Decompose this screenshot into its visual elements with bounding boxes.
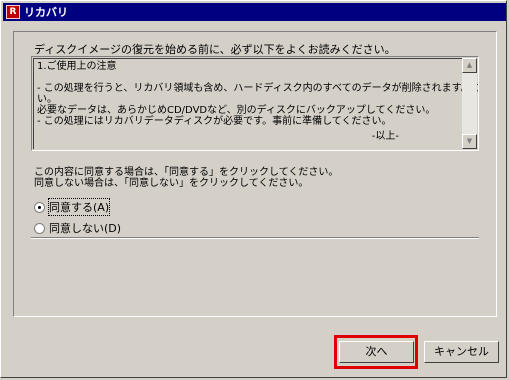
disagree-radio-option[interactable]: 同意しない(D)	[34, 220, 121, 236]
notes-textbox[interactable]: 1.ご使用上の注意 - この処理を行うと、リカバリ領域も含め、ハードディスク内の…	[31, 56, 479, 151]
consent-line-agree: この内容に同意する場合は、「同意する」をクリックしてください。	[34, 167, 339, 178]
cancel-button[interactable]: キャンセル	[424, 341, 499, 363]
note-line: - この処理を行うと、リカバリ領域も含め、ハードディスク内のすべてのデータが削除…	[37, 83, 478, 94]
next-button[interactable]: 次へ	[339, 341, 414, 363]
note-line	[37, 72, 459, 83]
recovery-app-icon: R	[6, 5, 20, 19]
window-title: リカバリ	[24, 6, 68, 19]
disagree-radio-label[interactable]: 同意しない(D)	[49, 220, 121, 236]
instruction-text: ディスクイメージの復元を始める前に、必ず以下をよくお読みください。	[34, 43, 396, 56]
notes-scrollbar[interactable]: ▲ ▼	[462, 58, 477, 149]
divider	[31, 237, 479, 239]
agree-radio-button[interactable]	[34, 201, 45, 213]
agree-radio-label[interactable]: 同意する(A)	[47, 198, 111, 216]
title-bar[interactable]: R リカバリ	[3, 3, 506, 21]
recovery-window: R リカバリ ディスクイメージの復元を始める前に、必ず以下をよくお読みください。…	[0, 0, 507, 378]
note-line: 必要なデータは、あらかじめCD/DVDなど、別のディスクにバックアップしてくださ…	[37, 105, 436, 116]
disagree-radio-button[interactable]	[34, 222, 45, 234]
notes-end-mark: -以上-	[371, 131, 399, 142]
consent-instructions: この内容に同意する場合は、「同意する」をクリックしてください。 同意しない場合は…	[34, 167, 338, 189]
scroll-up-arrow-icon[interactable]: ▲	[462, 58, 477, 73]
notes-content: 1.ご使用上の注意 - この処理を行うと、リカバリ領域も含め、ハードディスク内の…	[33, 58, 478, 149]
note-line: 1.ご使用上の注意	[37, 61, 117, 72]
note-line: い。	[37, 94, 57, 105]
agree-radio-option[interactable]: 同意する(A)	[34, 198, 111, 216]
note-line: - この処理にはリカバリデータディスクが必要です。事前に準備してください。	[37, 116, 392, 127]
consent-line-disagree: 同意しない場合は、「同意しない」をクリックしてください。	[34, 178, 309, 189]
scroll-down-arrow-icon[interactable]: ▼	[462, 134, 477, 149]
